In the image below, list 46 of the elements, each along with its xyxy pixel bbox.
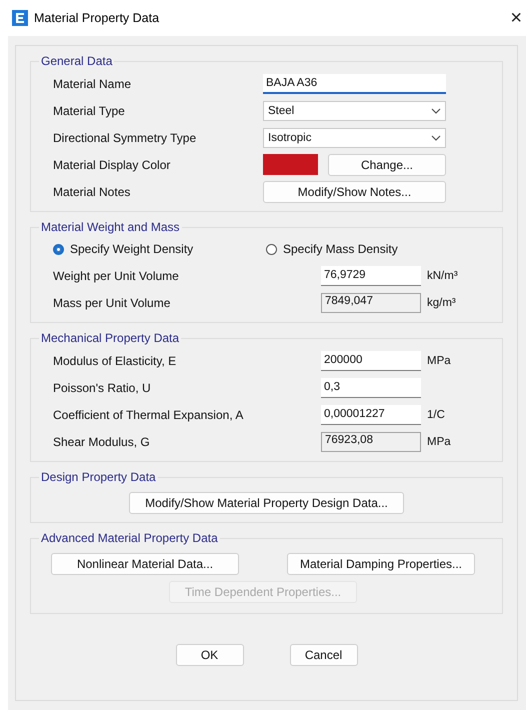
change-button[interactable]: Change... <box>328 154 446 176</box>
field-label: Material Name <box>53 76 132 90</box>
group-title: Design Property Data <box>40 470 157 484</box>
field-label: Mass per Unit Volume <box>53 296 172 310</box>
close-button[interactable]: × <box>510 8 522 28</box>
number-field[interactable]: 7849,047 <box>321 292 421 312</box>
number-field[interactable]: 0,3 <box>321 378 421 398</box>
group-title: Material Weight and Mass <box>40 220 181 234</box>
design-data-button[interactable]: Modify/Show Material Property Design Data... <box>129 492 404 514</box>
number-field[interactable]: 0,00001227 <box>321 404 421 424</box>
field-label: Directional Symmetry Type <box>53 130 198 144</box>
unit-label: 1/C <box>427 408 445 420</box>
radio-option[interactable]: Specify Weight Density <box>53 242 266 256</box>
unit-label: MPa <box>427 354 451 366</box>
app-logo-icon <box>12 10 28 26</box>
property-button[interactable]: Material Damping Properties... <box>287 553 475 575</box>
unit-label: MPa <box>427 436 451 448</box>
field-label: Material Type <box>53 104 126 118</box>
number-field[interactable]: 200000 <box>321 350 421 370</box>
field-label: Modulus of Elasticity, E <box>53 354 178 368</box>
field-label: Poisson's Ratio, U <box>53 380 152 394</box>
field-label: Material Display Color <box>53 158 172 172</box>
radio-option[interactable]: Specify Mass Density <box>266 242 479 256</box>
property-button[interactable]: Nonlinear Material Data... <box>51 553 239 575</box>
field-label: Material Notes <box>53 184 132 198</box>
chevron-down-icon <box>431 108 441 114</box>
dropdown[interactable]: Steel <box>263 100 446 120</box>
field-label: Weight per Unit Volume <box>53 268 180 282</box>
unit-label: kN/m³ <box>427 270 458 282</box>
notes-button[interactable]: Modify/Show Notes... <box>263 180 446 202</box>
field-label: Coefficient of Thermal Expansion, A <box>53 408 244 422</box>
radio-button[interactable] <box>53 244 64 254</box>
group-title: Mechanical Property Data <box>40 331 180 345</box>
group-title: General Data <box>40 54 114 68</box>
dialog-button[interactable]: Cancel <box>290 644 358 666</box>
unit-label: kg/m³ <box>427 296 456 308</box>
number-field[interactable]: 76,9729 <box>321 266 421 286</box>
dropdown[interactable]: Isotropic <box>263 128 446 148</box>
window-title: Material Property Data <box>34 11 160 25</box>
chevron-down-icon <box>431 134 441 140</box>
text-field[interactable]: BAJA A36 <box>263 74 446 94</box>
radio-button[interactable] <box>266 244 277 254</box>
dialog-button[interactable]: OK <box>176 644 244 666</box>
field-label: Shear Modulus, G <box>53 434 151 448</box>
group-title: Advanced Material Property Data <box>40 531 219 545</box>
number-field[interactable]: 76923,08 <box>321 432 421 452</box>
